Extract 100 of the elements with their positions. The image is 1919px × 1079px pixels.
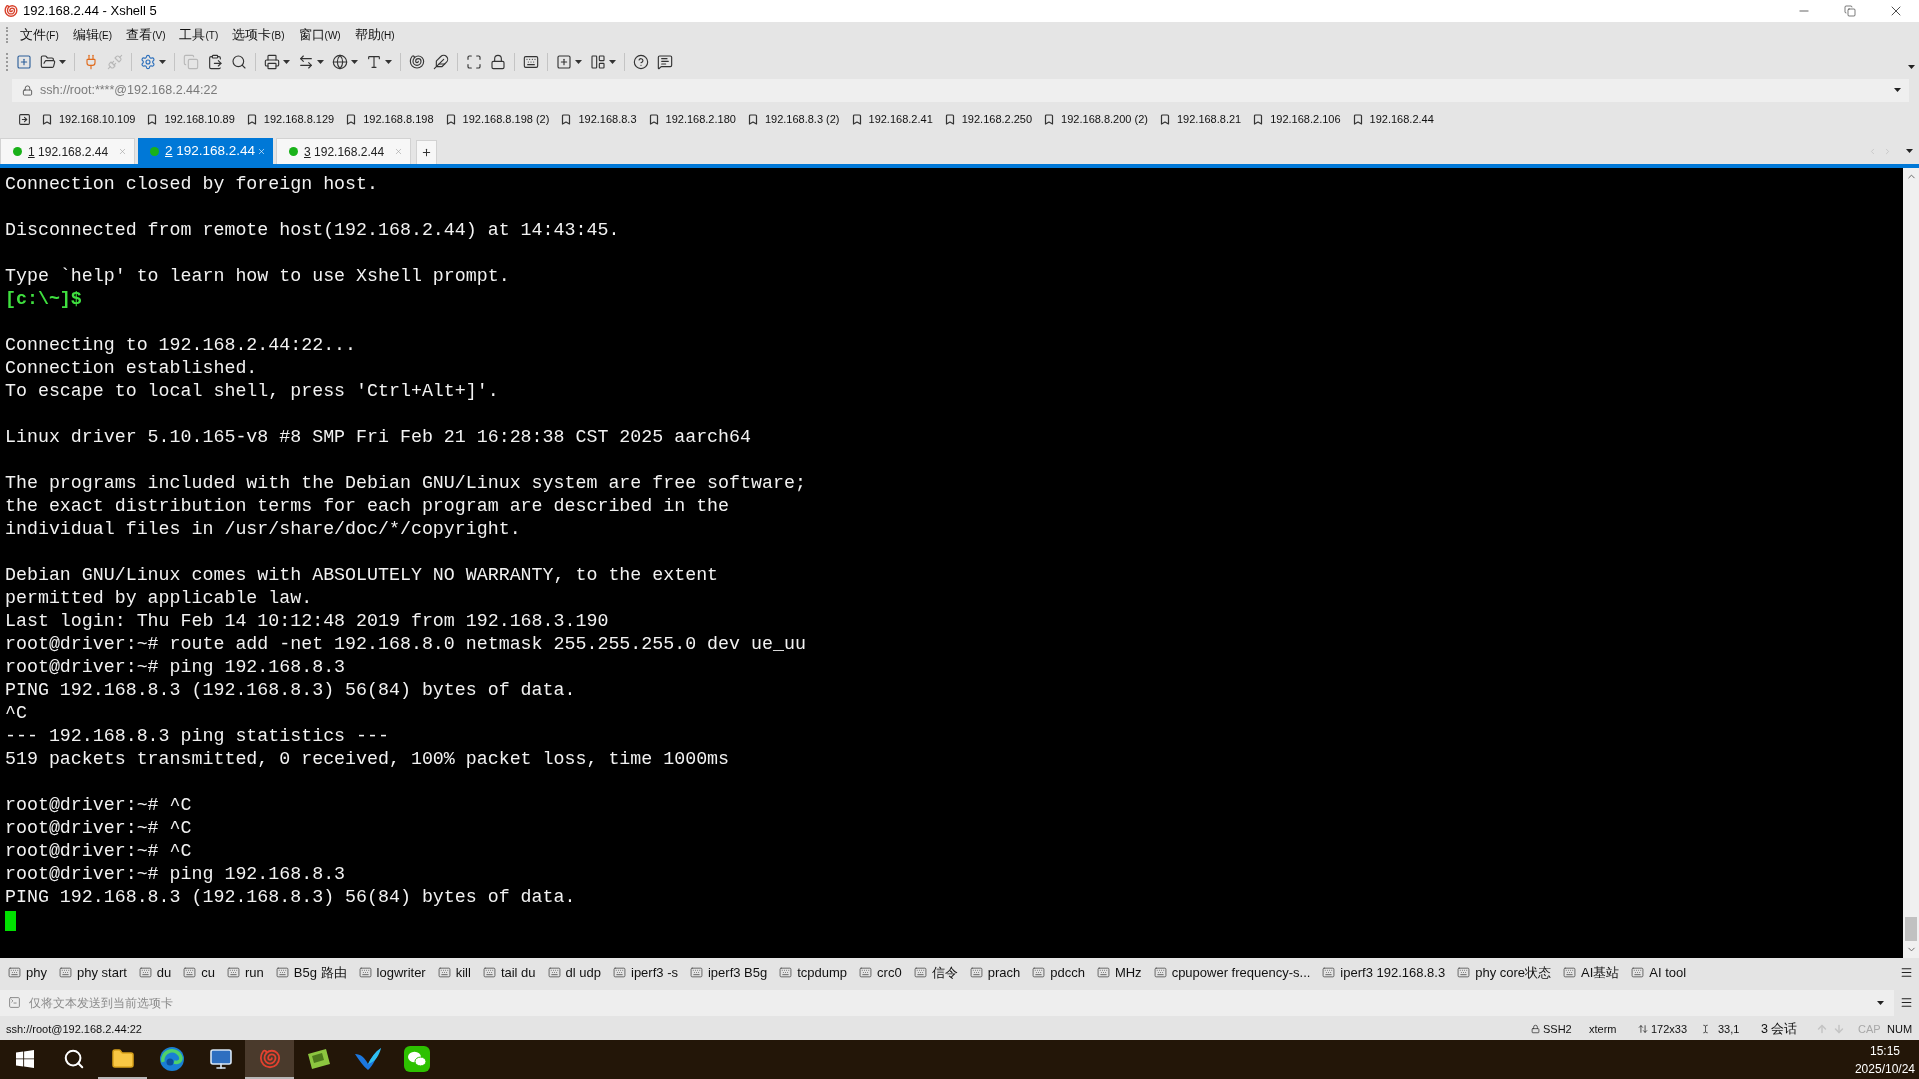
feather-icon[interactable]: [433, 53, 449, 70]
menu-item[interactable]: 帮助(H): [347, 24, 402, 45]
menu-icon[interactable]: [1900, 966, 1913, 979]
quick-command-button[interactable]: phy core状态: [1456, 962, 1552, 983]
terminal-line: root@driver:~# ping 192.168.8.3: [5, 864, 346, 884]
tab[interactable]: 2 192.168.2.44: [138, 138, 273, 164]
bookmark-link[interactable]: 192.168.2.106: [1252, 110, 1341, 128]
clipboard-icon[interactable]: [207, 53, 223, 70]
caret-icon[interactable]: [385, 59, 392, 64]
quick-command-button[interactable]: cu: [182, 962, 216, 983]
menu-item[interactable]: 文件(F): [13, 24, 66, 45]
quick-command-button[interactable]: iperf3 192.168.8.3: [1321, 962, 1446, 983]
bookmark-link[interactable]: 192.168.8.198 (2): [444, 110, 550, 128]
caret-icon[interactable]: [159, 59, 166, 64]
terminal-line: root@driver:~# ^C: [5, 818, 192, 838]
quick-command-button[interactable]: tcpdump: [778, 962, 848, 983]
bookmark-link[interactable]: 192.168.10.89: [146, 110, 235, 128]
spiral-icon[interactable]: [409, 53, 425, 70]
quick-command-button[interactable]: crc0: [858, 962, 902, 983]
bookmark-link[interactable]: 192.168.2.44: [1351, 110, 1434, 128]
quick-command-button[interactable]: du: [137, 962, 172, 983]
menu-item[interactable]: 编辑(E): [65, 24, 120, 45]
lock-icon[interactable]: [490, 53, 506, 70]
menu-item[interactable]: 工具(T): [172, 24, 226, 45]
quick-command-button[interactable]: B5g 路由: [274, 962, 347, 983]
card-icon: [306, 1047, 331, 1070]
chat-icon[interactable]: [657, 53, 673, 70]
quick-command-button[interactable]: 信令: [912, 962, 958, 983]
caret-icon[interactable]: [317, 59, 324, 64]
clock-date[interactable]: 2025/10/24: [1854, 1059, 1915, 1078]
quick-command-button[interactable]: iperf3 -s: [612, 962, 678, 983]
menu-icon[interactable]: [1900, 996, 1913, 1009]
quick-command-button[interactable]: AI基站: [1562, 962, 1620, 983]
send-input[interactable]: 仅将文本发送到当前选项卡: [29, 991, 1871, 1014]
quick-command-button[interactable]: logwriter: [357, 962, 426, 983]
quick-command-button[interactable]: phy: [7, 962, 47, 983]
bookmark-link[interactable]: 192.168.2.41: [850, 110, 933, 128]
menu-item[interactable]: 查看(V): [119, 24, 173, 45]
quick-command-button[interactable]: phy start: [57, 962, 127, 983]
quick-command-button[interactable]: kill: [436, 962, 471, 983]
printer-icon[interactable]: [264, 53, 280, 70]
scroll-thumb[interactable]: [1905, 917, 1917, 941]
quick-command-button[interactable]: run: [226, 962, 264, 983]
caret-icon[interactable]: [1908, 64, 1915, 69]
caret-icon[interactable]: [575, 59, 582, 64]
terminal-panel[interactable]: [0, 168, 1919, 958]
new-tab-button[interactable]: [416, 140, 437, 164]
tab[interactable]: 3 192.168.2.44: [276, 138, 411, 164]
caret-icon[interactable]: [1906, 149, 1913, 153]
layout-icon[interactable]: [590, 53, 606, 70]
quick-command-button[interactable]: tail du: [481, 962, 536, 983]
text-type-icon[interactable]: [366, 53, 382, 70]
quick-command-button[interactable]: prach: [968, 962, 1021, 983]
keyboard-icon: [858, 966, 874, 979]
bookmark-link[interactable]: 192.168.2.250: [943, 110, 1033, 128]
help-icon[interactable]: [633, 53, 649, 70]
folder-icon[interactable]: [40, 53, 56, 70]
bookmark-link[interactable]: 192.168.8.200 (2): [1043, 110, 1148, 128]
bookmark-link[interactable]: 192.168.8.198: [345, 110, 434, 128]
keyboard-icon: [1031, 966, 1047, 979]
scrollbar[interactable]: [1903, 168, 1919, 958]
monitor-icon: [208, 1046, 233, 1071]
bookmark-icon: [1252, 112, 1265, 126]
arrows-icon[interactable]: [298, 53, 314, 70]
bookmark-link[interactable]: 192.168.8.3: [560, 110, 637, 128]
keyboard-icon[interactable]: [523, 53, 539, 70]
arrow-into-box-icon[interactable]: [18, 112, 31, 126]
square-plus-icon[interactable]: [556, 53, 572, 70]
plug-icon[interactable]: [83, 53, 99, 70]
caret-icon[interactable]: [351, 59, 358, 64]
globe-icon[interactable]: [332, 53, 348, 70]
menu-item[interactable]: 窗口(W): [291, 24, 348, 45]
quick-command-button[interactable]: dl udp: [546, 962, 601, 983]
quick-command-button[interactable]: iperf3 B5g: [688, 962, 768, 983]
bookmark-link[interactable]: 192.168.8.129: [245, 110, 335, 128]
bookmark-link[interactable]: 192.168.8.21: [1158, 110, 1242, 128]
tab[interactable]: 1 192.168.2.44: [0, 138, 135, 164]
bookmark-link[interactable]: 192.168.10.109: [41, 110, 136, 128]
bookmark-link[interactable]: 192.168.8.3 (2): [746, 110, 840, 128]
caret-icon[interactable]: [1894, 88, 1901, 92]
send-field[interactable]: 仅将文本发送到当前选项卡: [0, 989, 1894, 1016]
address-input[interactable]: ssh://root:****@192.168.2.44:22: [40, 80, 1888, 100]
quick-command-button[interactable]: cpupower frequency-s...: [1152, 962, 1311, 983]
quick-command-button[interactable]: pdcch: [1031, 962, 1085, 983]
caret-icon[interactable]: [609, 59, 616, 64]
search-icon[interactable]: [231, 53, 247, 70]
clock-time[interactable]: 15:15: [1869, 1041, 1900, 1060]
caret-icon[interactable]: [283, 59, 290, 64]
restore-icon[interactable]: [1844, 5, 1856, 17]
keyboard-icon: [7, 966, 22, 979]
caret-icon[interactable]: [1877, 1000, 1884, 1005]
quick-command-button[interactable]: AI tool: [1630, 962, 1687, 983]
bookmark-link[interactable]: 192.168.2.180: [647, 110, 736, 128]
address-field[interactable]: ssh://root:****@192.168.2.44:22: [12, 78, 1909, 102]
gear-icon[interactable]: [140, 53, 156, 70]
caret-icon[interactable]: [59, 59, 66, 64]
menu-item[interactable]: 选项卡(B): [225, 24, 292, 45]
square-plus-icon[interactable]: [16, 53, 32, 70]
fullscreen-icon[interactable]: [466, 53, 482, 70]
quick-command-button[interactable]: MHz: [1095, 962, 1142, 983]
